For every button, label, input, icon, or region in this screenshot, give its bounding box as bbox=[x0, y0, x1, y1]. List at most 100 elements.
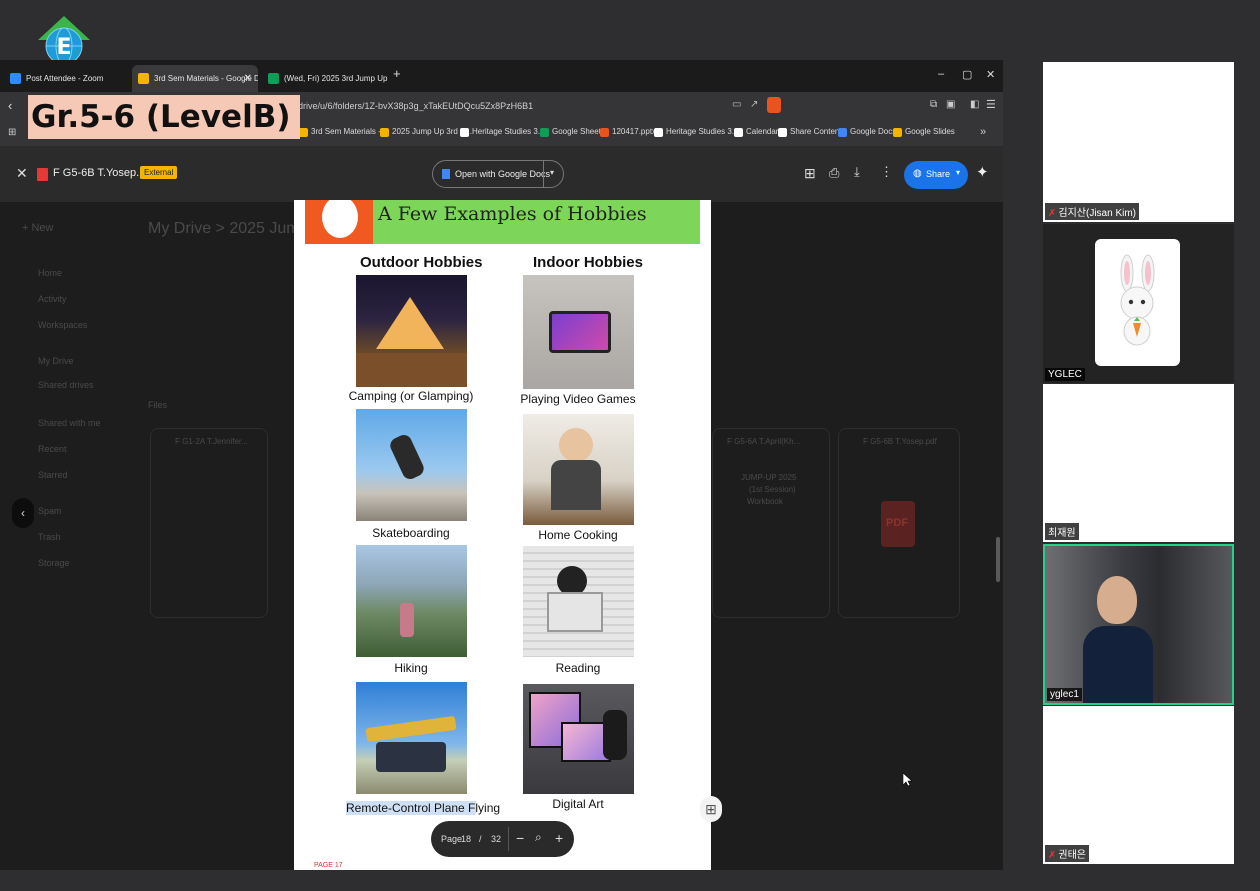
close-tab-icon[interactable]: ✕ bbox=[244, 65, 252, 92]
wallet-icon[interactable]: ▣ bbox=[946, 99, 955, 110]
chevron-down-icon[interactable]: ▾ bbox=[550, 168, 554, 177]
scroll-left-icon[interactable]: ‹ bbox=[12, 498, 34, 528]
bookmark-item[interactable]: 3rd Sem Materials -... bbox=[299, 127, 387, 137]
page-total: 32 bbox=[491, 834, 502, 844]
pdf-file-icon: PDF bbox=[881, 501, 915, 547]
caption-reading: Reading bbox=[555, 661, 601, 675]
gemini-sparkle-icon[interactable]: ✦ bbox=[976, 163, 989, 181]
caption-camping: Camping (or Glamping) bbox=[348, 389, 474, 403]
more-options-icon[interactable]: ⋮ bbox=[880, 164, 893, 180]
skateboarding-photo bbox=[356, 409, 467, 521]
bookmarks-more[interactable]: » bbox=[980, 126, 986, 138]
file-card: F G5-6B T.Yosep.pdf PDF bbox=[838, 428, 960, 618]
bookmark-item[interactable]: Google Slides bbox=[893, 127, 955, 137]
participant-shirt bbox=[1083, 626, 1153, 703]
digital-art-photo bbox=[523, 684, 634, 794]
bookmark-item[interactable]: Share Content bbox=[778, 127, 842, 137]
slide-title: A Few Examples of Hobbies bbox=[378, 203, 647, 225]
sidebar-item: Trash bbox=[38, 532, 61, 542]
file-card: F G1-2A T.Jennifer... bbox=[150, 428, 268, 618]
participant-name: YGLEC bbox=[1045, 368, 1085, 381]
scrollbar-thumb[interactable] bbox=[996, 537, 1000, 582]
video-games-photo bbox=[523, 275, 634, 389]
page-separator: / bbox=[479, 834, 482, 844]
page-icon bbox=[654, 128, 663, 137]
zoom-out-icon[interactable]: − bbox=[516, 830, 524, 846]
indoor-heading: Indoor Hobbies bbox=[533, 254, 643, 271]
caption-hiking: Hiking bbox=[394, 661, 428, 675]
download-icon[interactable]: ⤓ bbox=[854, 164, 860, 180]
svg-text:E: E bbox=[56, 35, 71, 60]
mouse-cursor-icon bbox=[903, 773, 913, 787]
zoom-in-icon[interactable]: + bbox=[555, 830, 563, 846]
back-arrow-icon[interactable]: ‹ bbox=[8, 98, 12, 113]
bookmark-item[interactable]: 2025 Jump Up 3rd S... bbox=[380, 127, 472, 137]
files-label: Files bbox=[148, 400, 168, 410]
chevron-down-icon[interactable]: ▾ bbox=[956, 168, 960, 177]
maximize-button[interactable]: ▢ bbox=[962, 68, 972, 81]
apps-grid-icon[interactable]: ⊞ bbox=[8, 127, 16, 138]
sidebar-item: Shared drives bbox=[38, 380, 94, 390]
page-icon bbox=[778, 128, 787, 137]
bookmark-item[interactable]: 120417.pptx bbox=[600, 127, 656, 137]
tab-zoom-attendee[interactable]: Post Attendee - Zoom bbox=[4, 65, 124, 92]
participant-name: 최재원 bbox=[1045, 523, 1079, 540]
share-page-icon[interactable]: ↗ bbox=[750, 99, 758, 110]
google-docs-icon bbox=[442, 169, 450, 179]
bookmark-item[interactable]: Heritage Studies 3... bbox=[460, 127, 544, 137]
sidebar-item: Starred bbox=[38, 470, 68, 480]
bookmark-item[interactable]: Google Docs bbox=[838, 127, 896, 137]
bookmark-item[interactable]: Google Sheets bbox=[540, 127, 605, 137]
menu-icon[interactable]: ☰ bbox=[986, 98, 996, 111]
open-with-button[interactable]: Open with Google Docs ▾ bbox=[432, 160, 564, 188]
add-comment-icon[interactable]: ⊞ bbox=[804, 165, 816, 182]
external-badge: External bbox=[140, 166, 178, 179]
participant-tile[interactable]: YGLEC bbox=[1043, 224, 1234, 383]
page-icon bbox=[460, 128, 469, 137]
cast-icon[interactable]: ▭ bbox=[732, 99, 741, 110]
sidebar-icon[interactable]: ◧ bbox=[970, 99, 979, 110]
add-page-icon[interactable]: ⊞ bbox=[700, 796, 722, 822]
zoom-icon bbox=[10, 73, 21, 84]
outdoor-heading: Outdoor Hobbies bbox=[360, 254, 483, 271]
drive-icon bbox=[380, 128, 389, 137]
pdf-viewer-toolbar: ✕ F G5-6B T.Yosep.pdf External Open with… bbox=[0, 146, 1003, 202]
caption-video-games: Playing Video Games bbox=[520, 392, 636, 406]
url-field[interactable]: drive/u/6/folders/1Z-bvX38p3g_xTakEUtDQc… bbox=[298, 101, 533, 111]
extensions-icon[interactable]: ⧉ bbox=[930, 99, 937, 110]
class-level-label: Gr.5-6 (LevelB) bbox=[28, 95, 300, 139]
tab-google-drive[interactable]: 3rd Sem Materials - Google Drive ✕ bbox=[132, 65, 258, 92]
sidebar-item: Spam bbox=[38, 506, 62, 516]
google-drive-icon bbox=[138, 73, 149, 84]
bookmark-item[interactable]: Heritage Studies 3... bbox=[654, 127, 738, 137]
muted-mic-icon: ✗ bbox=[1048, 850, 1057, 861]
share-button[interactable]: ◍ Share ▾ bbox=[904, 161, 968, 189]
close-window-button[interactable]: ✕ bbox=[986, 68, 995, 81]
magnifier-icon[interactable]: ⌕ bbox=[535, 830, 542, 845]
participant-tile-active-speaker[interactable]: yglec1 bbox=[1043, 544, 1234, 705]
minimize-button[interactable]: – bbox=[938, 68, 944, 80]
participant-tile[interactable]: 최재원 bbox=[1043, 384, 1234, 542]
sidebar-item: Recent bbox=[38, 444, 67, 454]
sidebar-item: My Drive bbox=[38, 356, 74, 366]
bookmark-item[interactable]: Calendar bbox=[734, 127, 778, 137]
rc-plane-photo bbox=[356, 682, 467, 794]
new-tab-button[interactable]: + bbox=[393, 66, 401, 81]
sidebar-item: Storage bbox=[38, 558, 70, 568]
participant-tile[interactable]: ✗ 권태은 bbox=[1043, 706, 1234, 864]
sidebar-item: Activity bbox=[38, 294, 67, 304]
file-card: F G5-6A T.April(Kh... JUMP-UP 2025 (1st … bbox=[712, 428, 830, 618]
google-docs-icon bbox=[838, 128, 847, 137]
page-navigator: Page 18 / 32 − ⌕ + bbox=[431, 821, 574, 857]
google-slides-icon bbox=[893, 128, 902, 137]
brave-shield-icon[interactable] bbox=[767, 97, 781, 113]
participant-tile[interactable]: ✗ 김지산(Jisan Kim) bbox=[1043, 62, 1234, 222]
tab-label: (Wed, Fri) 2025 3rd Jump Up Zoom A bbox=[284, 74, 388, 83]
participant-name: ✗ 김지산(Jisan Kim) bbox=[1045, 203, 1139, 220]
page-footer: PAGE 17 bbox=[314, 862, 343, 869]
print-icon[interactable]: ⎙ bbox=[829, 165, 839, 181]
tab-zoom-sheet[interactable]: (Wed, Fri) 2025 3rd Jump Up Zoom A bbox=[262, 65, 388, 92]
page-number-input[interactable]: 18 bbox=[460, 834, 472, 844]
close-viewer-button[interactable]: ✕ bbox=[16, 165, 28, 182]
participant-name: yglec1 bbox=[1047, 688, 1082, 701]
